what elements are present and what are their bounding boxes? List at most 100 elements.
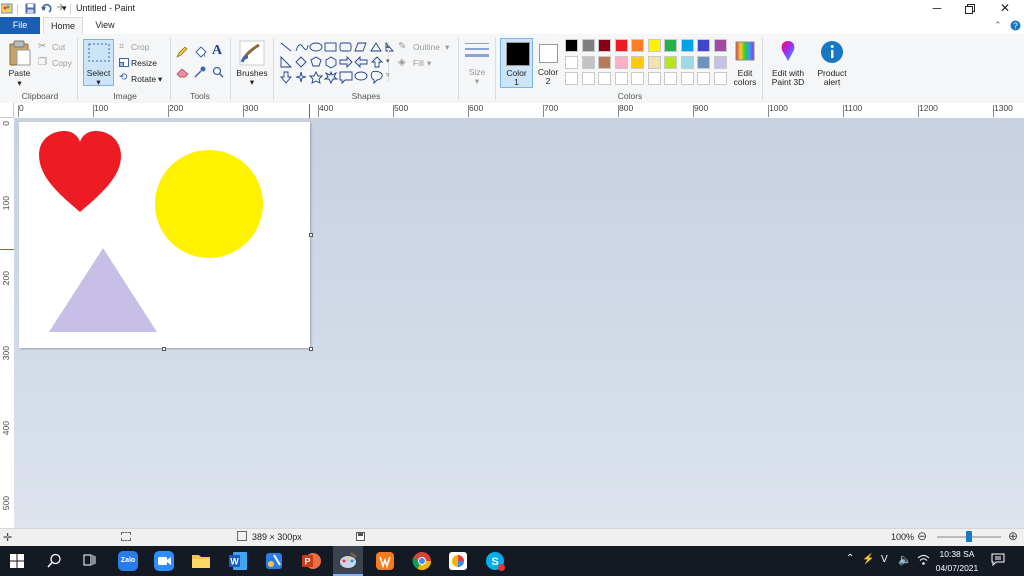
network-status-icon[interactable]: ⚡: [862, 554, 874, 565]
resize-button[interactable]: Resize: [119, 57, 159, 68]
size-dropdown-icon: ▾: [474, 76, 480, 86]
fill-button[interactable]: ◈ Fill ▾: [398, 57, 438, 68]
drawing-canvas[interactable]: [19, 122, 310, 348]
palette-swatch[interactable]: [631, 39, 644, 52]
product-alert-button[interactable]: Product alert: [813, 39, 851, 87]
save-icon[interactable]: [25, 3, 36, 14]
copy-button[interactable]: ❐ Copy: [38, 57, 74, 68]
close-button[interactable]: ✕: [988, 0, 1022, 17]
help-icon[interactable]: ?: [1010, 20, 1021, 31]
palette-swatch[interactable]: [581, 39, 595, 52]
chrome-app-icon[interactable]: [412, 551, 432, 571]
shapes-gallery[interactable]: [279, 41, 395, 86]
action-center-icon[interactable]: [991, 553, 1005, 566]
windows-start-icon[interactable]: [10, 554, 24, 568]
palette-swatch[interactable]: [664, 55, 677, 69]
palette-swatch[interactable]: [713, 55, 727, 69]
minimize-button[interactable]: ─: [920, 0, 954, 17]
tab-file[interactable]: File: [0, 17, 40, 34]
color1-button[interactable]: Color 1: [500, 38, 533, 88]
text-tool-icon[interactable]: A: [212, 43, 222, 59]
palette-empty-slot[interactable]: [713, 72, 727, 85]
tools-group-label: Tools: [190, 91, 210, 101]
palette-swatch[interactable]: [614, 39, 628, 52]
cut-button[interactable]: ✂ Cut: [38, 41, 70, 52]
shapes-scroll-down-icon[interactable]: ▾: [386, 57, 390, 65]
palette-empty-slot[interactable]: [565, 72, 578, 85]
clock-date[interactable]: 04/07/2021: [934, 563, 980, 573]
palette-empty-slot[interactable]: [598, 72, 611, 85]
undo-icon[interactable]: [41, 3, 52, 14]
palette-swatch[interactable]: [647, 39, 661, 52]
fill-bucket-icon[interactable]: [194, 46, 207, 58]
palette-empty-slot[interactable]: [581, 72, 595, 85]
select-button[interactable]: Select ▾: [83, 39, 114, 87]
palette-swatch[interactable]: [565, 55, 578, 69]
palette-swatch[interactable]: [680, 39, 694, 52]
wifi-icon[interactable]: [917, 554, 930, 566]
rotate-button[interactable]: ⟲ Rotate ▾: [119, 72, 165, 84]
paint-app-icon[interactable]: [1, 3, 13, 14]
palette-swatch[interactable]: [697, 55, 710, 69]
crop-button[interactable]: ⌗ Crop: [119, 41, 155, 52]
zoom-in-button[interactable]: ⊕: [1008, 529, 1018, 543]
color-picker-icon[interactable]: [194, 66, 207, 78]
eraser-icon[interactable]: [176, 67, 189, 78]
skype-app-icon[interactable]: S: [485, 551, 505, 571]
pencil-icon[interactable]: [176, 46, 188, 58]
word-app-icon[interactable]: W: [228, 551, 248, 571]
resize-handle-corner[interactable]: [309, 347, 313, 351]
restore-button[interactable]: [953, 0, 987, 17]
paint-taskbar-icon[interactable]: [338, 551, 358, 571]
palette-swatch[interactable]: [614, 55, 628, 69]
outline-button[interactable]: ✎ Outline ▾: [398, 41, 454, 52]
palette-swatch[interactable]: [565, 39, 578, 52]
search-icon[interactable]: [47, 553, 62, 568]
palette-swatch[interactable]: [598, 39, 611, 52]
tab-view[interactable]: View: [86, 17, 124, 34]
palette-empty-slot[interactable]: [631, 72, 644, 85]
palette-empty-slot[interactable]: [680, 72, 694, 85]
color2-button[interactable]: Color 2: [535, 38, 561, 88]
tab-home[interactable]: Home: [43, 17, 83, 34]
edit-colors-button[interactable]: Edit colors: [732, 39, 758, 87]
resize-handle-bottom[interactable]: [162, 347, 166, 351]
palette-swatch[interactable]: [697, 39, 710, 52]
resize-handle-right[interactable]: [309, 233, 313, 237]
wps-office-icon[interactable]: [375, 551, 395, 571]
clock-time[interactable]: 10:38 SA: [934, 549, 980, 559]
palette-swatch[interactable]: [647, 55, 661, 69]
copy-icon: ❐: [38, 57, 47, 68]
snipping-tool-icon[interactable]: [264, 551, 284, 571]
palette-empty-slot[interactable]: [664, 72, 677, 85]
picasa-app-icon[interactable]: [448, 551, 468, 571]
file-explorer-icon[interactable]: [191, 551, 211, 571]
palette-swatch[interactable]: [631, 55, 644, 69]
palette-swatch[interactable]: [664, 39, 677, 52]
show-hidden-icons[interactable]: ⌃: [846, 553, 854, 564]
palette-empty-slot[interactable]: [614, 72, 628, 85]
brushes-button[interactable]: Brushes ▾: [234, 39, 270, 87]
size-button[interactable]: Size ▾: [463, 39, 491, 87]
shapes-scroll-up-icon[interactable]: ▴: [386, 42, 390, 50]
qat-customize-icon[interactable]: ▾: [62, 3, 67, 14]
palette-swatch[interactable]: [680, 55, 694, 69]
input-language[interactable]: V: [881, 554, 888, 565]
zoom-app-icon[interactable]: [154, 551, 174, 571]
paste-button[interactable]: Paste ▾: [6, 40, 33, 88]
palette-swatch[interactable]: [598, 55, 611, 69]
zoom-slider-thumb[interactable]: [966, 531, 972, 542]
palette-empty-slot[interactable]: [647, 72, 661, 85]
palette-swatch[interactable]: [713, 39, 727, 52]
palette-swatch[interactable]: [581, 55, 595, 69]
zoom-out-button[interactable]: ⊖: [917, 529, 927, 543]
task-view-icon[interactable]: [82, 553, 98, 568]
zalo-app-icon[interactable]: Zalo: [118, 551, 138, 571]
magnifier-icon[interactable]: [212, 66, 224, 78]
powerpoint-app-icon[interactable]: P: [301, 551, 321, 571]
edit-with-paint3d-button[interactable]: Edit with Paint 3D: [766, 39, 810, 87]
palette-empty-slot[interactable]: [697, 72, 710, 85]
collapse-ribbon-icon[interactable]: ⌃: [994, 20, 1002, 31]
shapes-more-icon[interactable]: ▿: [386, 71, 390, 79]
volume-icon[interactable]: 🔈: [898, 553, 912, 566]
